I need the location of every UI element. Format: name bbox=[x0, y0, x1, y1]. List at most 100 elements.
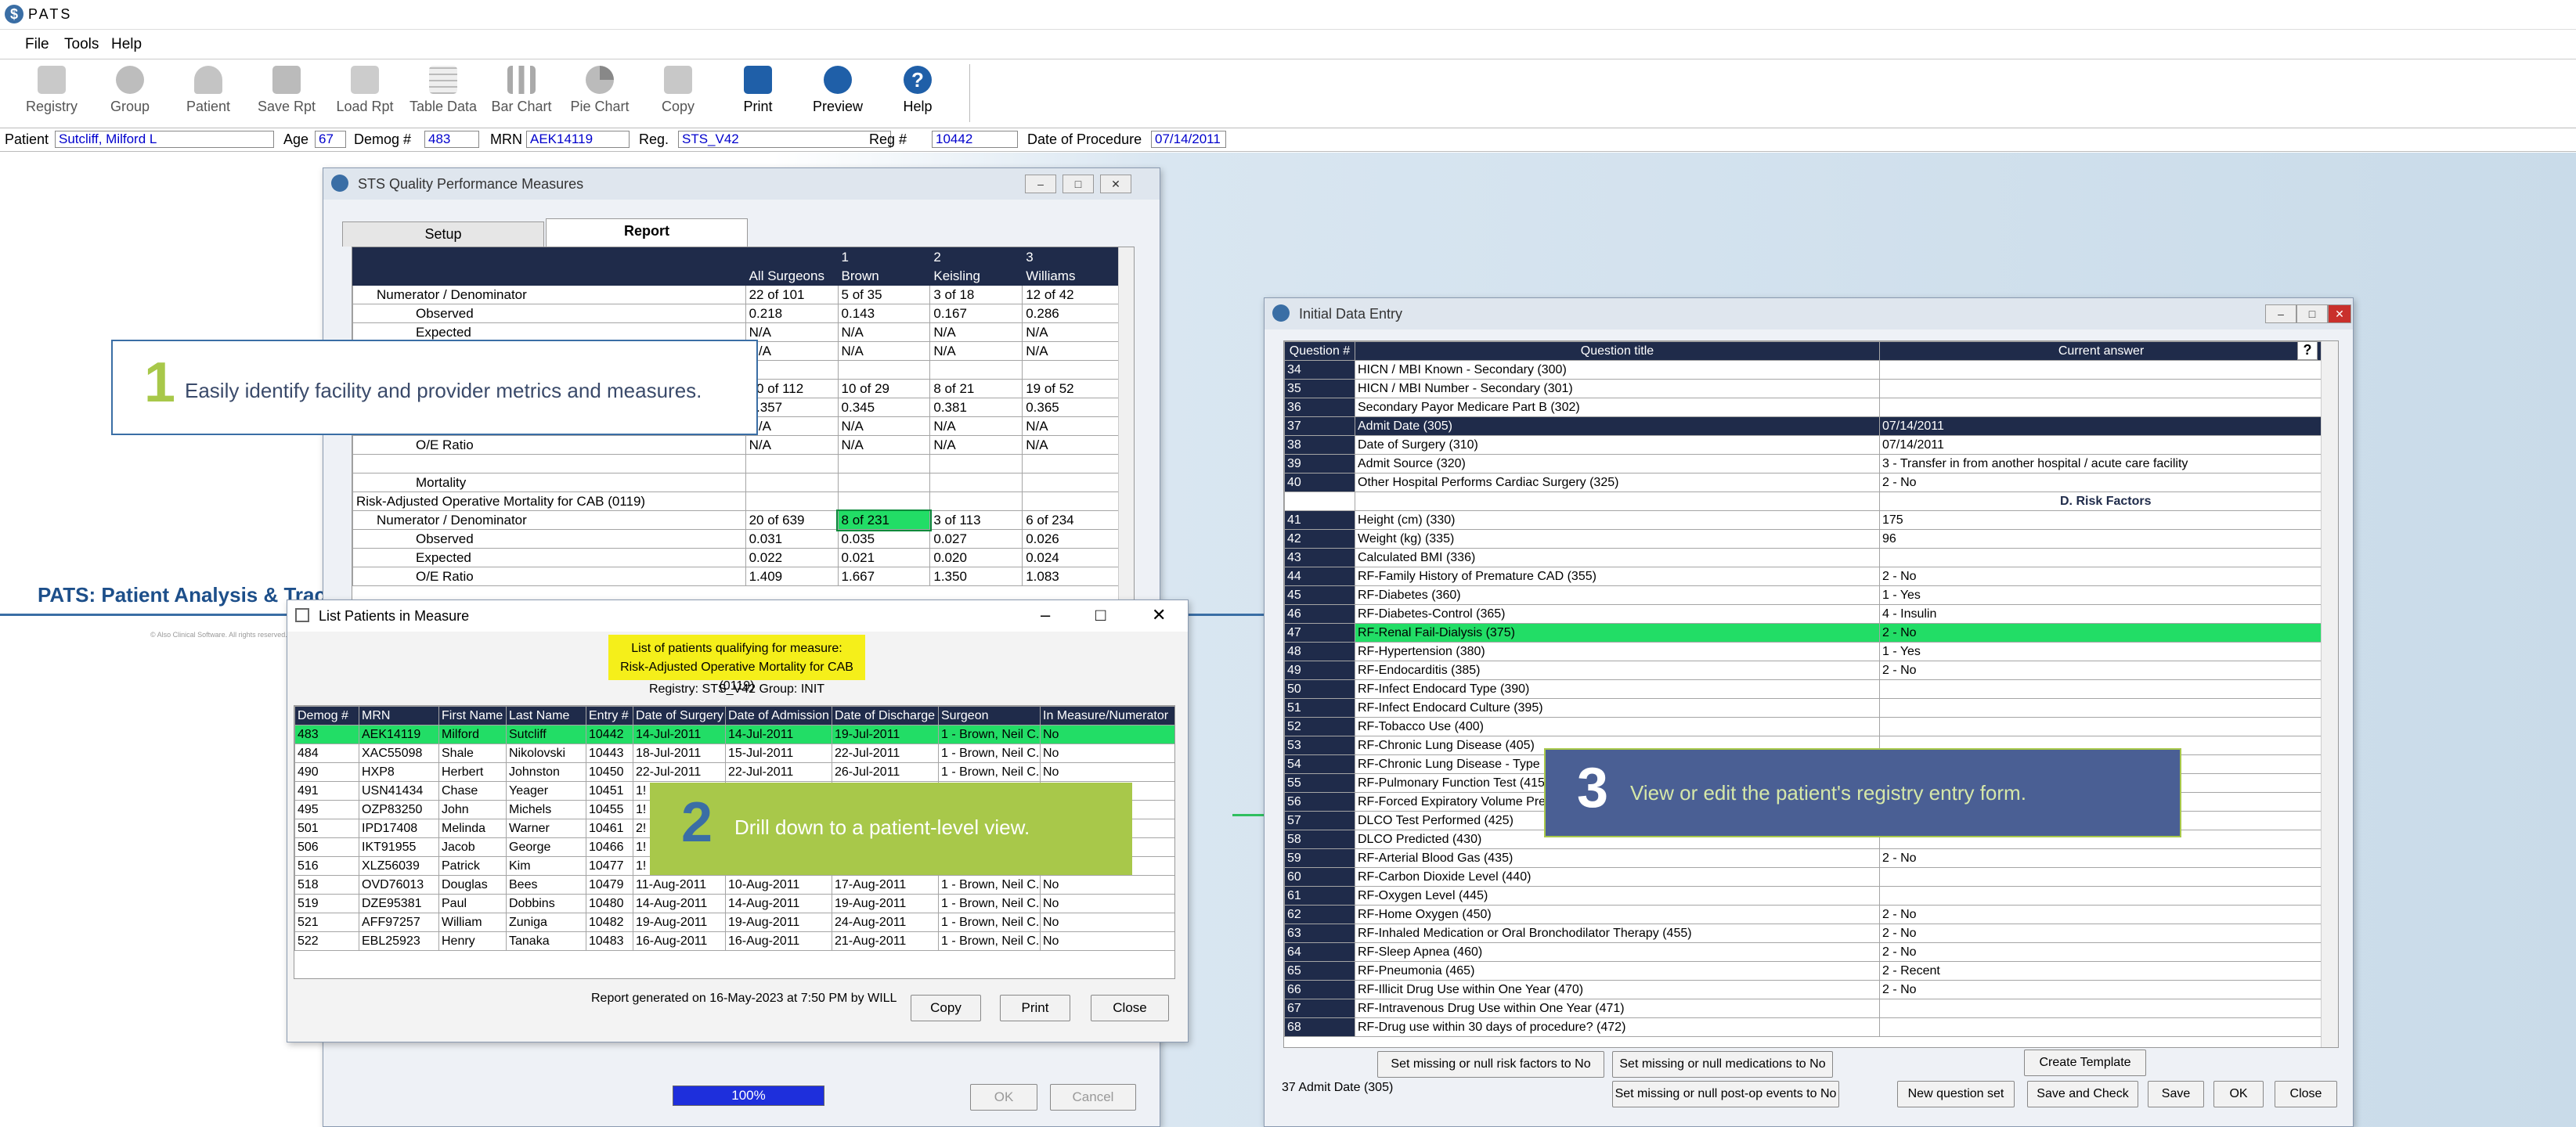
age-field[interactable]: 67 bbox=[315, 131, 346, 148]
registry-button[interactable]: Registry bbox=[14, 63, 89, 125]
report-row[interactable]: O/E Ratio 1.409 1.667 1.350 1.083 bbox=[352, 567, 1127, 586]
reg-field[interactable]: STS_V42 bbox=[678, 131, 891, 148]
list-cell: 18-Jul-2011 bbox=[633, 744, 726, 763]
report-row[interactable]: Numerator / Denominator 22 of 101 5 of 35 3… bbox=[352, 285, 1127, 304]
list-row[interactable]: 522 EBL25923 Henry Tanaka 10483 16-Aug-2011 16… bbox=[294, 931, 1174, 951]
question-row[interactable]: 65 RF-Pneumonia (465) 2 - Recent bbox=[1284, 961, 2323, 981]
question-row[interactable]: 52 RF-Tobacco Use (400) bbox=[1284, 717, 2323, 736]
report-row[interactable]: Expected N/A N/A N/A N/A bbox=[352, 322, 1127, 342]
table-data-button[interactable]: Table Data bbox=[406, 63, 481, 125]
question-row[interactable]: 60 RF-Carbon Dioxide Level (440) bbox=[1284, 867, 2323, 887]
save-and-check-button[interactable]: Save and Check bbox=[2027, 1081, 2138, 1107]
question-row[interactable]: 68 RF-Drug use within 30 days of procedur… bbox=[1284, 1017, 2323, 1037]
report-row[interactable]: O/E Ratio N/A N/A N/A N/A bbox=[352, 435, 1127, 455]
preview-button[interactable]: Preview bbox=[800, 63, 875, 125]
report-row[interactable]: Observed 0.218 0.143 0.167 0.286 bbox=[352, 304, 1127, 323]
question-row[interactable]: 50 RF-Infect Endocard Type (390) bbox=[1284, 679, 2323, 699]
report-row[interactable]: Mortality bbox=[352, 473, 1127, 492]
close-button[interactable]: Close bbox=[2275, 1081, 2337, 1107]
list-cell: IPD17408 bbox=[359, 819, 439, 838]
print-button[interactable]: Print bbox=[720, 63, 796, 125]
list-row[interactable]: 519 DZE95381 Paul Dobbins 10480 14-Aug-2011 14… bbox=[294, 894, 1174, 913]
question-row[interactable]: 49 RF-Endocarditis (385) 2 - No bbox=[1284, 661, 2323, 680]
save-button[interactable]: Save bbox=[2148, 1081, 2204, 1107]
create-template-button[interactable]: Create Template bbox=[2024, 1050, 2146, 1076]
question-row[interactable]: 40 Other Hospital Performs Cardiac Surger… bbox=[1284, 473, 2323, 492]
minimize-button[interactable]: – bbox=[2265, 304, 2296, 323]
tab-setup[interactable]: Setup bbox=[342, 221, 544, 247]
report-row[interactable]: Expected 0.022 0.021 0.020 0.024 bbox=[352, 548, 1127, 567]
group-button[interactable]: Group bbox=[92, 63, 168, 125]
question-row[interactable]: 38 Date of Surgery (310) 07/14/2011 bbox=[1284, 435, 2323, 455]
list-row[interactable]: 518 OVD76013 Douglas Bees 10479 11-Aug-2011 10… bbox=[294, 875, 1174, 895]
maximize-button[interactable]: □ bbox=[1063, 175, 1094, 193]
question-row[interactable]: 46 RF-Diabetes-Control (365) 4 - Insulin bbox=[1284, 604, 2323, 624]
set-postop-events-button[interactable]: Set missing or null post-op events to No bbox=[1612, 1081, 1839, 1107]
patient-name-field[interactable]: Sutcliff, Milford L bbox=[55, 131, 274, 148]
question-row[interactable]: 51 RF-Infect Endocard Culture (395) bbox=[1284, 698, 2323, 718]
maximize-button[interactable]: □ bbox=[1095, 605, 1106, 625]
question-row[interactable]: 42 Weight (kg) (335) 96 bbox=[1284, 529, 2323, 549]
list-cell: 10-Aug-2011 bbox=[725, 875, 832, 895]
minimize-button[interactable]: – bbox=[1041, 605, 1050, 625]
report-row[interactable]: Observed 0.031 0.035 0.027 0.026 bbox=[352, 529, 1127, 549]
menu-file[interactable]: File bbox=[25, 36, 49, 53]
patient-button[interactable]: Patient bbox=[171, 63, 246, 125]
question-row[interactable]: 43 Calculated BMI (336) bbox=[1284, 548, 2323, 567]
question-row[interactable]: 35 HICN / MBI Number - Secondary (301) bbox=[1284, 379, 2323, 398]
list-row[interactable]: 490 HXP8 Herbert Johnston 10450 22-Jul-2011 22… bbox=[294, 762, 1174, 782]
question-row[interactable]: 62 RF-Home Oxygen (450) 2 - No bbox=[1284, 905, 2323, 924]
close-window-button[interactable]: ✕ bbox=[1100, 175, 1131, 193]
question-row[interactable]: 48 RF-Hypertension (380) 1 - Yes bbox=[1284, 642, 2323, 661]
new-question-set-button[interactable]: New question set bbox=[1897, 1081, 2015, 1107]
list-row[interactable]: 483 AEK14119 Milford Sutcliff 10442 14-Jul-20… bbox=[294, 725, 1174, 744]
help-button[interactable]: ? Help bbox=[880, 63, 955, 125]
bar-chart-button[interactable]: Bar Chart bbox=[484, 63, 559, 125]
close-list-button[interactable]: Close bbox=[1091, 995, 1169, 1021]
question-row[interactable]: 36 Secondary Payor Medicare Part B (302) bbox=[1284, 398, 2323, 417]
list-row[interactable]: 521 AFF97257 William Zuniga 10482 19-Aug-2011… bbox=[294, 913, 1174, 932]
question-row[interactable]: 41 Height (cm) (330) 175 bbox=[1284, 510, 2323, 530]
date-of-procedure-field[interactable]: 07/14/2011 bbox=[1151, 131, 1226, 148]
question-row[interactable]: 67 RF-Intravenous Drug Use within One Yea… bbox=[1284, 999, 2323, 1018]
question-row[interactable]: 66 RF-Illicit Drug Use within One Year (4… bbox=[1284, 980, 2323, 999]
report-row[interactable]: Risk-Adjusted Operative Mortality for CA… bbox=[352, 491, 1127, 511]
report-row[interactable] bbox=[352, 454, 1127, 473]
question-row[interactable]: 63 RF-Inhaled Medication or Oral Bronchod… bbox=[1284, 924, 2323, 943]
demog-field[interactable]: 483 bbox=[424, 131, 479, 148]
tab-report[interactable]: Report bbox=[546, 218, 748, 247]
question-row[interactable]: 59 RF-Arterial Blood Gas (435) 2 - No bbox=[1284, 848, 2323, 868]
pie-chart-button[interactable]: Pie Chart bbox=[562, 63, 637, 125]
ok-button[interactable]: OK bbox=[970, 1084, 1037, 1111]
question-row[interactable]: 45 RF-Diabetes (360) 1 - Yes bbox=[1284, 585, 2323, 605]
question-row[interactable]: 64 RF-Sleep Apnea (460) 2 - No bbox=[1284, 942, 2323, 962]
ok-button[interactable]: OK bbox=[2213, 1081, 2264, 1107]
question-row[interactable]: 39 Admit Source (320) 3 - Transfer in from… bbox=[1284, 454, 2323, 473]
close-window-button[interactable]: ✕ bbox=[2328, 304, 2351, 323]
minimize-button[interactable]: – bbox=[1025, 175, 1056, 193]
question-row[interactable]: 37 Admit Date (305) 07/14/2011 bbox=[1284, 416, 2323, 436]
cancel-button[interactable]: Cancel bbox=[1050, 1084, 1136, 1111]
list-row[interactable]: 484 XAC55098 Shale Nikolovski 10443 18-Jul-20… bbox=[294, 744, 1174, 763]
menu-tools[interactable]: Tools bbox=[64, 36, 99, 53]
maximize-button[interactable]: □ bbox=[2296, 304, 2328, 323]
question-row[interactable]: 44 RF-Family History of Premature CAD (35… bbox=[1284, 567, 2323, 586]
question-row[interactable]: 34 HICN / MBI Known - Secondary (300) bbox=[1284, 360, 2323, 380]
question-row[interactable]: 47 RF-Renal Fail-Dialysis (375) 2 - No bbox=[1284, 623, 2323, 643]
copy-list-button[interactable]: Copy bbox=[911, 995, 981, 1021]
mrn-field[interactable]: AEK14119 bbox=[526, 131, 630, 148]
set-medications-button[interactable]: Set missing or null medications to No bbox=[1612, 1051, 1833, 1078]
report-row[interactable]: Numerator / Denominator 20 of 639 8 of 231… bbox=[352, 509, 1127, 531]
save-report-button[interactable]: Save Rpt bbox=[249, 63, 324, 125]
load-report-button[interactable]: Load Rpt bbox=[327, 63, 402, 125]
menu-help[interactable]: Help bbox=[111, 36, 142, 53]
print-list-button[interactable]: Print bbox=[1000, 995, 1070, 1021]
question-row[interactable]: 61 RF-Oxygen Level (445) bbox=[1284, 886, 2323, 906]
close-window-button[interactable]: ✕ bbox=[1152, 605, 1166, 625]
copy-button[interactable]: Copy bbox=[640, 63, 716, 125]
help-question-icon[interactable]: ? bbox=[2297, 341, 2318, 360]
set-risk-factors-button[interactable]: Set missing or null risk factors to No bbox=[1377, 1051, 1604, 1078]
regnum-field[interactable]: 10442 bbox=[932, 131, 1018, 148]
question-row[interactable]: D. Risk Factors bbox=[1284, 491, 2323, 511]
question-scrollbar[interactable] bbox=[2321, 341, 2338, 1047]
